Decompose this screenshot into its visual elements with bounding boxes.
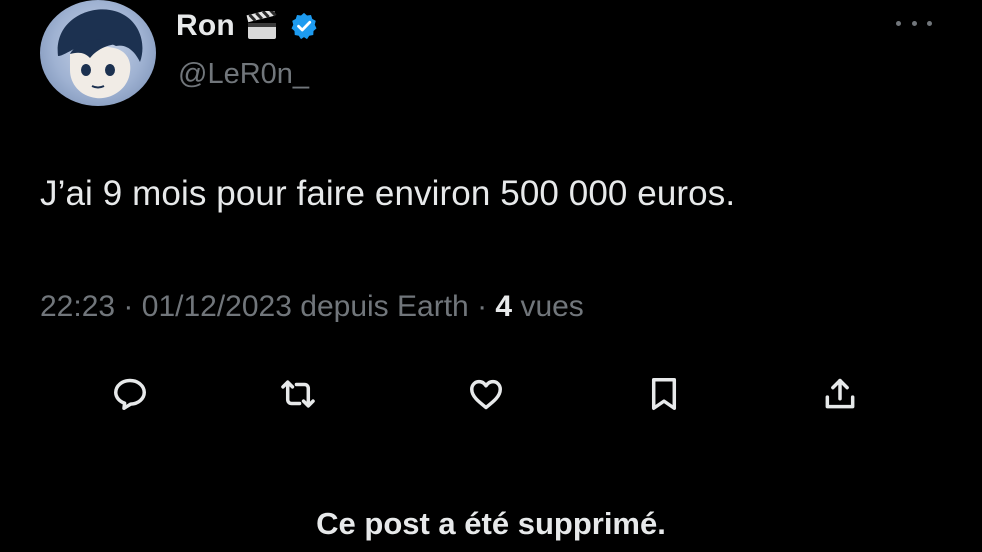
tweet-card: Ron @LeR0n_ J’ai 9 mois pour faire envir… <box>0 0 982 552</box>
views-count[interactable]: 4 <box>495 290 512 323</box>
tweet-date[interactable]: 01/12/2023 <box>142 290 292 323</box>
more-dot <box>896 20 901 26</box>
action-bar <box>0 372 982 416</box>
clapper-board-icon <box>246 11 277 39</box>
avatar[interactable] <box>40 0 156 106</box>
tweet-source: depuis Earth <box>300 290 469 323</box>
share-icon <box>825 378 855 409</box>
meta-separator: · <box>477 290 488 323</box>
bookmark-button[interactable] <box>642 372 686 416</box>
more-dot <box>927 20 932 26</box>
deleted-notice: Ce post a été supprimé. <box>316 506 666 541</box>
name-row: Ron <box>176 4 319 48</box>
repost-button[interactable] <box>276 372 320 416</box>
heart-icon <box>470 379 502 410</box>
repost-icon <box>281 380 315 408</box>
views-label: vues <box>520 290 584 323</box>
avatar-illustration-icon <box>57 9 143 99</box>
tweet-text: J’ai 9 mois pour faire environ 500 000 e… <box>40 174 736 213</box>
display-name[interactable]: Ron <box>176 9 235 43</box>
more-dot <box>911 20 917 26</box>
like-button[interactable] <box>464 372 508 416</box>
verified-badge-icon <box>291 12 317 40</box>
tweet-metadata: 22:23 · 01/12/2023 depuis Earth · 4 vues <box>40 290 584 324</box>
bookmark-icon <box>651 378 677 410</box>
more-options-icon[interactable] <box>896 16 932 30</box>
user-handle[interactable]: @LeR0n_ <box>178 58 309 91</box>
reply-button[interactable] <box>108 372 152 416</box>
reply-icon <box>114 378 146 410</box>
meta-separator: · <box>123 290 134 323</box>
tweet-time[interactable]: 22:23 <box>40 290 115 323</box>
share-button[interactable] <box>818 372 862 416</box>
